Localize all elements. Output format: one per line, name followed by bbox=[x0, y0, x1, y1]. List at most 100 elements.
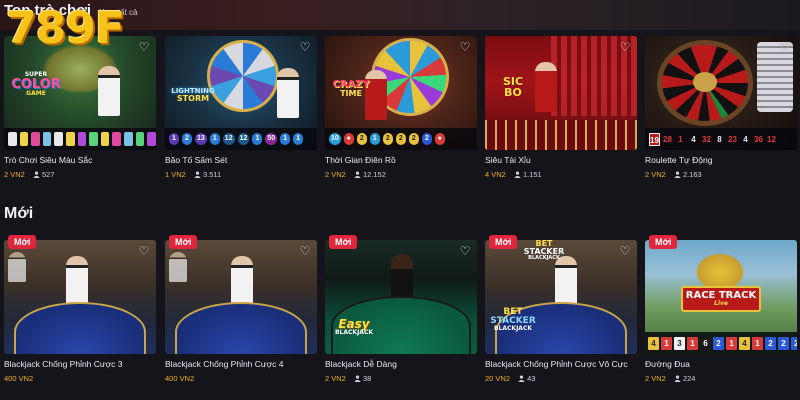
game-thumbnail[interactable]: RACE TRACK Live 4 1 3 1 6 2 1 4 1 2 2 2 bbox=[645, 240, 797, 354]
user-icon bbox=[33, 171, 40, 178]
game-meta: 4 VN2 1.151 bbox=[485, 170, 542, 179]
user-icon bbox=[354, 171, 361, 178]
game-meta: 400 VN2 bbox=[165, 374, 200, 383]
result-history-strip: 19 28 1 4 32 8 23 4 36 12 bbox=[645, 128, 797, 150]
player-count: 38 bbox=[354, 374, 371, 383]
game-title[interactable]: Roulette Tự Động bbox=[645, 155, 712, 165]
game-title[interactable]: Siêu Tài Xỉu bbox=[485, 155, 531, 165]
player-count: 224 bbox=[674, 374, 695, 383]
user-icon bbox=[518, 375, 525, 382]
player-count: 12.152 bbox=[354, 170, 386, 179]
user-icon bbox=[194, 171, 201, 178]
favorite-heart-icon[interactable]: ♡ bbox=[299, 245, 311, 257]
wheel-hub bbox=[693, 72, 717, 92]
min-bet: 20 VN2 bbox=[485, 374, 511, 383]
favorite-heart-icon[interactable]: ♡ bbox=[779, 41, 791, 53]
min-bet: 1 VN2 bbox=[165, 170, 186, 179]
game-logo: LIGHTNING STORM bbox=[171, 87, 215, 103]
game-meta: 400 VN2 bbox=[4, 374, 39, 383]
lightning-wheel bbox=[207, 40, 279, 112]
min-bet: 2 VN2 bbox=[325, 170, 346, 179]
user-icon bbox=[674, 375, 681, 382]
game-card-sic-bo[interactable]: SIC BO ♡ Siêu Tài Xỉu 4 VN2 1.151 bbox=[485, 36, 637, 188]
new-badge: Mới bbox=[8, 235, 37, 249]
favorite-heart-icon[interactable]: ♡ bbox=[138, 41, 150, 53]
result-history-strip: 4 1 3 1 6 2 1 4 1 2 2 2 bbox=[645, 332, 797, 354]
user-icon bbox=[674, 171, 681, 178]
dealer-figure bbox=[98, 66, 120, 116]
game-meta: 2 VN2 38 bbox=[325, 374, 371, 383]
player-count: 527 bbox=[33, 170, 54, 179]
game-card-blackjack-3[interactable]: ♡ Mới Blackjack Chống Phỉnh Cược 3 400 V… bbox=[4, 235, 156, 392]
blackjack-table bbox=[175, 302, 307, 354]
game-logo-top: BET STACKER BLACKJACK bbox=[523, 240, 565, 261]
preview-dealer-figure bbox=[169, 252, 187, 282]
game-thumbnail[interactable]: CRAZY TIME 10 ● 2 1 2 2 2 2 ● ♡ bbox=[325, 36, 477, 150]
min-bet: 400 VN2 bbox=[4, 374, 34, 383]
game-thumbnail[interactable]: LIGHTNING STORM 1 2 13 1 12 12 1 50 1 1 … bbox=[165, 36, 317, 150]
game-meta: 20 VN2 43 bbox=[485, 374, 535, 383]
dealer-figure bbox=[66, 256, 88, 306]
game-title[interactable]: Blackjack Chống Phỉnh Cược 4 bbox=[165, 359, 284, 369]
bead-curtain bbox=[485, 120, 637, 150]
min-bet: 2 VN2 bbox=[4, 170, 25, 179]
game-card-bet-stacker-blackjack[interactable]: BET STACKER BLACKJACK BET STACKER BLACKJ… bbox=[485, 235, 637, 392]
user-icon bbox=[514, 171, 521, 178]
game-title[interactable]: Blackjack Chống Phỉnh Cược 3 bbox=[4, 359, 123, 369]
min-bet: 2 VN2 bbox=[325, 374, 346, 383]
game-card-blackjack-4[interactable]: ♡ Mới Blackjack Chống Phỉnh Cược 4 400 V… bbox=[165, 235, 317, 392]
min-bet: 400 VN2 bbox=[165, 374, 195, 383]
section-new-title: Mới bbox=[4, 205, 34, 222]
player-count: 2.163 bbox=[674, 170, 702, 179]
user-icon bbox=[354, 375, 361, 382]
game-logo: SUPER COLOR GAME bbox=[11, 71, 61, 97]
game-thumbnail[interactable]: Easy BLACKJACK ♡ bbox=[325, 240, 477, 354]
color-history-strip bbox=[4, 128, 156, 150]
favorite-heart-icon[interactable]: ♡ bbox=[459, 245, 471, 257]
game-title[interactable]: Blackjack Dễ Dàng bbox=[325, 359, 397, 369]
game-logo: SIC BO bbox=[502, 75, 524, 99]
game-meta: 1 VN2 3.511 bbox=[165, 170, 221, 179]
game-meta: 2 VN2 527 bbox=[4, 170, 54, 179]
game-logo: Easy BLACKJACK bbox=[334, 317, 374, 336]
game-thumbnail[interactable]: BET STACKER BLACKJACK BET STACKER BLACKJ… bbox=[485, 240, 637, 354]
game-meta: 2 VN2 224 bbox=[645, 374, 695, 383]
game-meta: 2 VN2 2.163 bbox=[645, 170, 702, 179]
game-card-crazy-time[interactable]: CRAZY TIME 10 ● 2 1 2 2 2 2 ● ♡ Thời Gia… bbox=[325, 36, 477, 188]
horse-emblem bbox=[697, 254, 743, 290]
favorite-heart-icon[interactable]: ♡ bbox=[619, 245, 631, 257]
game-thumbnail[interactable]: SIC BO ♡ bbox=[485, 36, 637, 150]
game-logo: CRAZY TIME bbox=[332, 79, 370, 98]
brand-logo[interactable]: 789F bbox=[6, 6, 125, 52]
preview-dealer-figure bbox=[8, 252, 26, 282]
game-thumbnail[interactable]: ♡ bbox=[4, 240, 156, 354]
player-count: 1.151 bbox=[514, 170, 542, 179]
favorite-heart-icon[interactable]: ♡ bbox=[138, 245, 150, 257]
new-badge: Mới bbox=[489, 235, 518, 249]
favorite-heart-icon[interactable]: ♡ bbox=[299, 41, 311, 53]
game-card-super-color[interactable]: SUPER COLOR GAME ♡ Trò Chơi Siêu Màu Sắc… bbox=[4, 36, 156, 188]
min-bet: 2 VN2 bbox=[645, 170, 666, 179]
new-badge: Mới bbox=[649, 235, 678, 249]
game-logo: BET STACKER BLACKJACK bbox=[490, 307, 536, 332]
game-card-easy-blackjack[interactable]: Easy BLACKJACK ♡ Mới Blackjack Dễ Dàng 2… bbox=[325, 235, 477, 392]
game-thumbnail[interactable]: ♡ bbox=[165, 240, 317, 354]
new-badge: Mới bbox=[169, 235, 198, 249]
game-card-lightning-storm[interactable]: LIGHTNING STORM 1 2 13 1 12 12 1 50 1 1 … bbox=[165, 36, 317, 188]
game-title[interactable]: Thời Gian Điên Rồ bbox=[325, 155, 396, 165]
game-card-auto-roulette[interactable]: 19 28 1 4 32 8 23 4 36 12 ♡ Roulette Tự … bbox=[645, 36, 797, 188]
dealer-figure bbox=[555, 256, 577, 306]
favorite-heart-icon[interactable]: ♡ bbox=[459, 41, 471, 53]
dealer-figure bbox=[277, 68, 299, 118]
game-title[interactable]: Đường Đua bbox=[645, 359, 690, 369]
game-thumbnail[interactable]: 19 28 1 4 32 8 23 4 36 12 ♡ bbox=[645, 36, 797, 150]
game-title[interactable]: Bão Tố Sấm Sét bbox=[165, 155, 227, 165]
game-title[interactable]: Trò Chơi Siêu Màu Sắc bbox=[4, 155, 92, 165]
game-title[interactable]: Blackjack Chống Phỉnh Cược Vô Cực bbox=[485, 359, 628, 369]
player-count: 3.511 bbox=[194, 170, 221, 179]
new-badge: Mới bbox=[329, 235, 358, 249]
favorite-heart-icon[interactable]: ♡ bbox=[619, 41, 631, 53]
game-card-race-track[interactable]: RACE TRACK Live 4 1 3 1 6 2 1 4 1 2 2 2 … bbox=[645, 235, 797, 392]
blackjack-table bbox=[14, 302, 146, 354]
min-bet: 2 VN2 bbox=[645, 374, 666, 383]
